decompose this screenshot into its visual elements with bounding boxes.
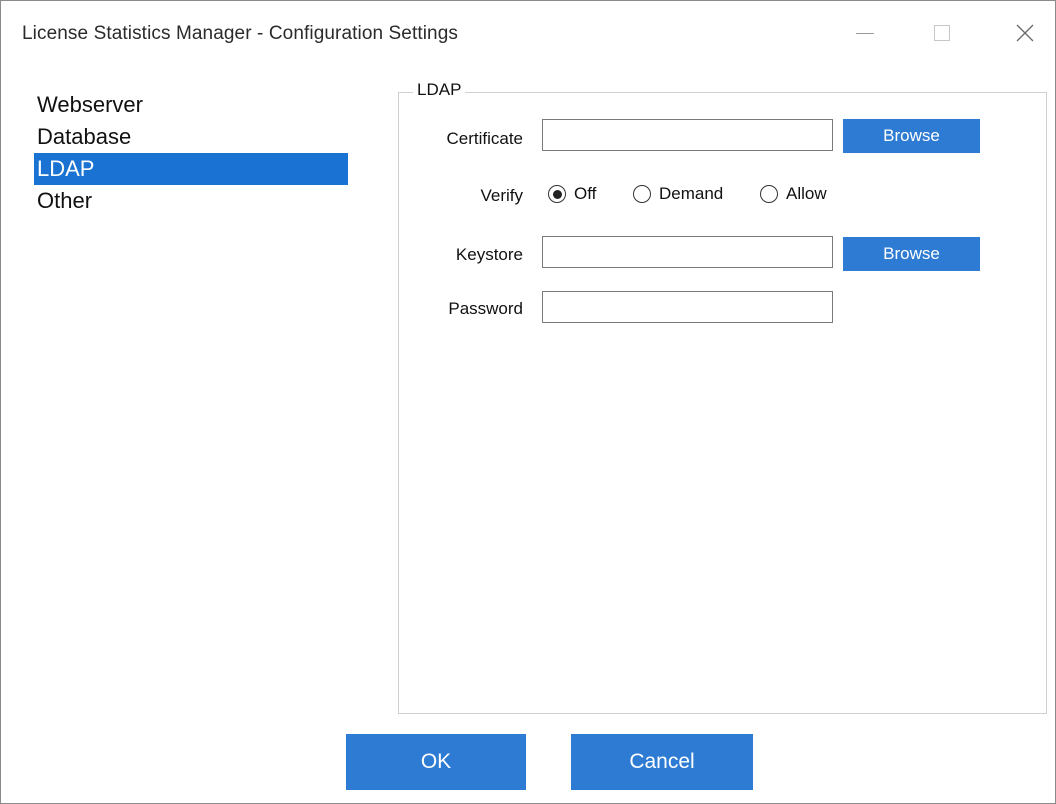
keystore-browse-button[interactable]: Browse (843, 237, 980, 271)
maximize-button[interactable] (920, 11, 964, 55)
verify-option-off-label: Off (574, 184, 597, 203)
verify-radio-demand[interactable]: Demand (633, 184, 723, 204)
cancel-button[interactable]: Cancel (571, 734, 753, 790)
minimize-button[interactable] (843, 11, 887, 55)
close-button[interactable] (1003, 11, 1047, 55)
password-label: Password (448, 299, 523, 318)
verify-option-allow-label: Allow (786, 184, 827, 203)
radio-checked-icon (548, 185, 566, 203)
radio-unchecked-icon (633, 185, 651, 203)
verify-label: Verify (480, 186, 523, 205)
verify-radio-off[interactable]: Off (548, 184, 596, 204)
config-window: License Statistics Manager - Configurati… (0, 0, 1056, 804)
radio-unchecked-icon (760, 185, 778, 203)
password-input[interactable] (542, 291, 833, 323)
nav-item-ldap[interactable]: LDAP (34, 153, 348, 185)
close-icon (1016, 24, 1034, 42)
certificate-input[interactable] (542, 119, 833, 151)
nav-item-other[interactable]: Other (34, 185, 348, 217)
certificate-browse-button[interactable]: Browse (843, 119, 980, 153)
minimize-icon (856, 32, 874, 34)
ok-button[interactable]: OK (346, 734, 526, 790)
settings-nav: Webserver Database LDAP Other (34, 89, 348, 217)
verify-radio-allow[interactable]: Allow (760, 184, 827, 204)
ldap-group-legend: LDAP (413, 80, 466, 100)
nav-item-database[interactable]: Database (34, 121, 348, 153)
keystore-input[interactable] (542, 236, 833, 268)
title-bar[interactable]: License Statistics Manager - Configurati… (1, 1, 1055, 67)
verify-option-demand-label: Demand (659, 184, 724, 203)
maximize-icon (934, 25, 950, 41)
keystore-label: Keystore (455, 245, 523, 264)
certificate-label: Certificate (446, 129, 523, 148)
nav-item-webserver[interactable]: Webserver (34, 89, 348, 121)
window-title: License Statistics Manager - Configurati… (22, 23, 458, 44)
